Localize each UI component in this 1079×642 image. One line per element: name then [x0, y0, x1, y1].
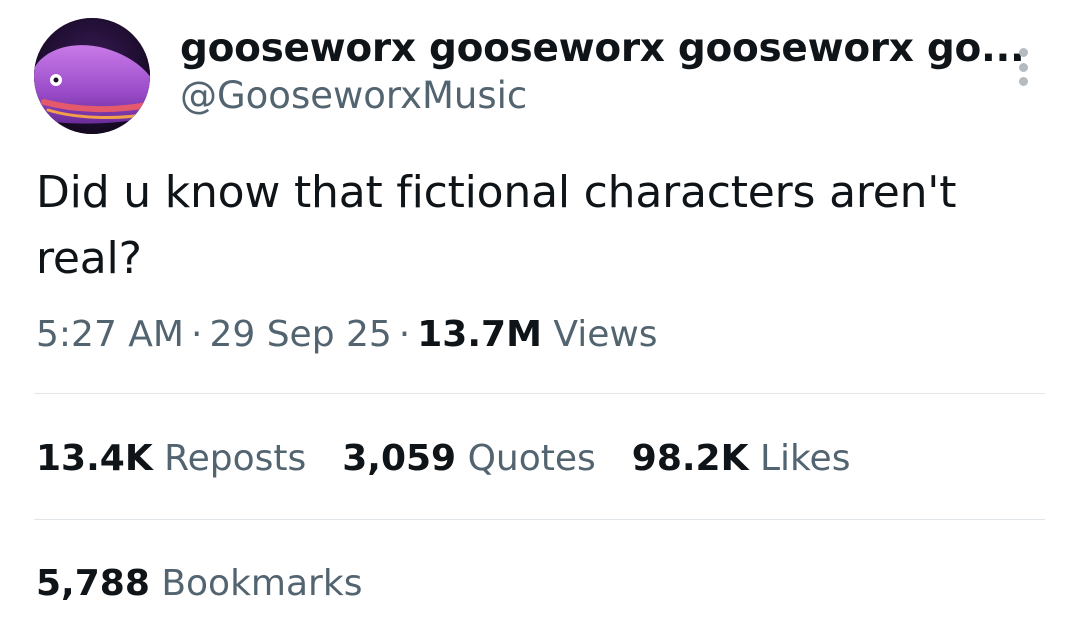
quotes-label: Quotes — [467, 438, 596, 479]
likes-stat[interactable]: 98.2K Likes — [632, 436, 851, 482]
divider — [34, 393, 1045, 394]
more-vertical-icon — [1018, 48, 1028, 57]
purple-creature-avatar-icon — [34, 18, 150, 134]
tweet-stats: 13.4K Reposts 3,059 Quotes 98.2K Likes — [36, 436, 850, 482]
likes-label: Likes — [759, 438, 851, 479]
views-label: Views — [553, 314, 658, 355]
more-options-button[interactable] — [1006, 44, 1040, 90]
views-count: 13.7M — [417, 314, 542, 355]
bookmarks-label: Bookmarks — [161, 563, 363, 604]
avatar[interactable] — [34, 18, 150, 134]
tweet-time[interactable]: 5:27 AM — [36, 314, 184, 355]
reposts-count: 13.4K — [36, 438, 153, 479]
meta-separator: · — [190, 314, 203, 355]
more-vertical-icon-dot — [1018, 77, 1028, 86]
meta-separator: · — [398, 314, 411, 355]
reposts-stat[interactable]: 13.4K Reposts — [36, 436, 306, 482]
bookmarks-count: 5,788 — [36, 563, 150, 604]
author-display-name[interactable]: gooseworx gooseworx gooseworx go... — [180, 26, 1025, 72]
divider — [34, 519, 1045, 520]
reposts-label: Reposts — [164, 438, 307, 479]
tweet-date[interactable]: 29 Sep 25 — [209, 314, 391, 355]
author-handle[interactable]: @GooseworxMusic — [180, 74, 527, 118]
likes-count: 98.2K — [631, 438, 749, 479]
quotes-count: 3,059 — [342, 438, 457, 479]
tweet-text: Did u know that fictional characters are… — [36, 167, 957, 284]
more-vertical-icon-dot — [1018, 62, 1028, 72]
quotes-stat[interactable]: 3,059 Quotes — [342, 436, 596, 482]
bookmarks-stat[interactable]: 5,788 Bookmarks — [36, 561, 362, 607]
tweet-meta: 5:27 AM · 29 Sep 25 · 13.7M Views — [36, 312, 658, 358]
